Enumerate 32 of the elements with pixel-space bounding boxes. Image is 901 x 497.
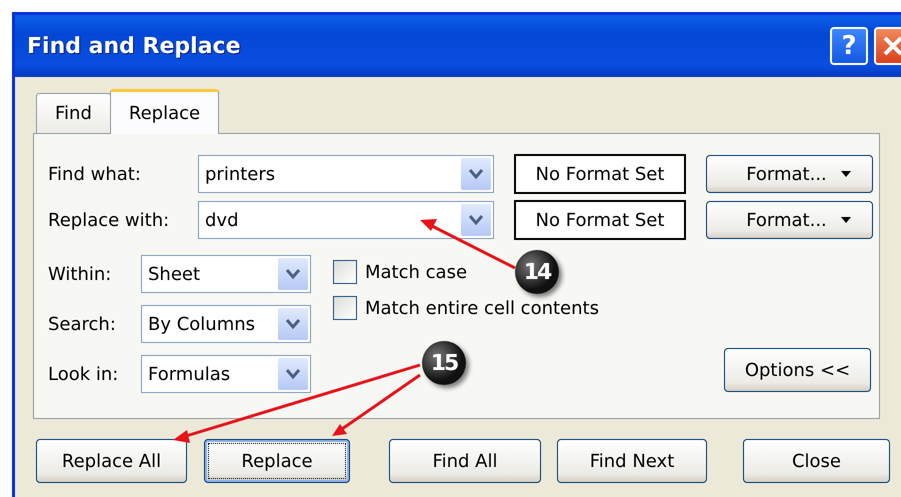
dropdown[interactable]: Sheet (141, 255, 311, 293)
dialog-button[interactable]: Find All (389, 439, 541, 483)
dialog-button[interactable]: Replace All (36, 439, 187, 483)
option-label: Within: (48, 262, 112, 286)
checkbox-label: Match case (365, 260, 468, 284)
field-label: Find what: (48, 162, 142, 186)
window-title: Find and Replace (27, 32, 242, 60)
caret-icon (840, 171, 851, 177)
caret-icon (840, 217, 851, 223)
checkbox-label: Match entire cell contents (365, 296, 599, 320)
field-label: Replace with: (48, 208, 170, 232)
search-combo-box[interactable]: printers (198, 155, 494, 193)
format-preview: No Format Set (514, 154, 686, 194)
search-combo-box[interactable]: dvd (198, 201, 494, 239)
checkbox[interactable] (333, 296, 357, 320)
options-button[interactable]: Options << (724, 348, 871, 392)
dialog-button[interactable]: Replace (204, 439, 350, 483)
checkbox[interactable] (333, 260, 357, 284)
dropdown[interactable]: By Columns (141, 305, 311, 343)
option-label: Search: (48, 312, 117, 336)
format-preview: No Format Set (514, 200, 686, 240)
dropdown[interactable]: Formulas (141, 355, 311, 393)
close-icon (881, 34, 901, 58)
option-label: Look in: (48, 362, 120, 386)
dialog-button[interactable]: Find Next (557, 439, 707, 483)
format-button[interactable]: Format... (706, 201, 873, 239)
tab[interactable]: Replace (110, 89, 220, 134)
help-button[interactable]: ? (830, 27, 868, 65)
close-button[interactable] (874, 27, 901, 65)
dialog-button[interactable]: Close (743, 439, 890, 483)
tab[interactable]: Find (36, 93, 111, 133)
format-button[interactable]: Format... (706, 155, 873, 193)
